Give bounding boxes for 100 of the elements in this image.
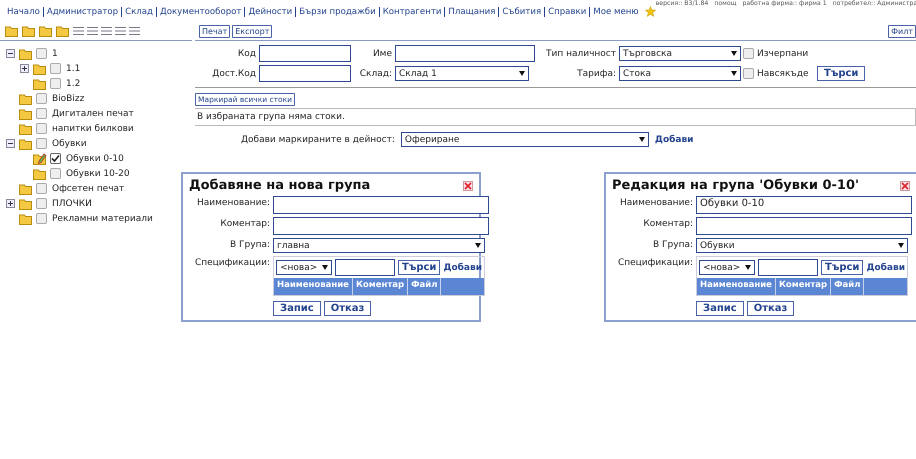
tree-item[interactable]: 1: [52, 48, 58, 58]
tree-checkbox[interactable]: [36, 138, 47, 149]
comment-field[interactable]: [273, 217, 489, 235]
nav-link[interactable]: Начало: [4, 6, 43, 16]
group-select[interactable]: Обувки: [696, 238, 908, 253]
list-icon[interactable]: [115, 26, 126, 36]
tree-item[interactable]: Обувки 10-20: [66, 168, 130, 178]
list-icon[interactable]: [87, 26, 98, 36]
nav-link[interactable]: Дейности: [244, 6, 296, 16]
column-header: Файл: [831, 278, 864, 295]
close-icon[interactable]: [463, 180, 473, 190]
list-icon[interactable]: [129, 26, 140, 36]
code-field[interactable]: [259, 45, 351, 62]
toolbar-button[interactable]: Експорт: [232, 24, 272, 38]
nav-link[interactable]: Документооборот: [156, 6, 244, 16]
warehouse-select[interactable]: Склад 1: [395, 66, 529, 81]
expand-toggle-icon[interactable]: [20, 64, 29, 73]
name-field[interactable]: Обувки 0-10: [696, 196, 912, 214]
add-link[interactable]: Добави: [866, 262, 905, 272]
tree-checkbox[interactable]: [36, 93, 47, 104]
tree-item[interactable]: Рекламни материали: [52, 214, 153, 224]
tree-item[interactable]: 1.2: [66, 78, 80, 88]
spec-select[interactable]: <нова>: [276, 260, 332, 275]
dialog-title: Редакция на група 'Обувки 0-10': [612, 178, 859, 193]
nav-link[interactable]: Плащания: [444, 6, 498, 16]
list-icon[interactable]: [101, 26, 112, 36]
tree-checkbox[interactable]: [50, 153, 61, 164]
field-label: Спецификации:: [616, 257, 694, 268]
tree-checkbox[interactable]: [36, 213, 47, 224]
field-label: В Група:: [652, 239, 694, 250]
nav-link[interactable]: Контрагенти: [378, 6, 444, 16]
dialog-title: Добавяне на нова група: [189, 178, 370, 193]
filter-button[interactable]: Филт: [888, 24, 916, 38]
folder-icon[interactable]: [5, 25, 19, 37]
tariff-select[interactable]: Стока: [619, 66, 741, 81]
dialog-button[interactable]: Запис: [273, 301, 321, 316]
tree-item[interactable]: Обувки 0-10: [66, 154, 124, 164]
group-select[interactable]: главна: [273, 238, 485, 253]
folder-icon[interactable]: [22, 25, 36, 37]
activity-select[interactable]: Офериране: [400, 132, 649, 147]
tree-item[interactable]: Обувки: [52, 138, 87, 148]
empty-message: В избраната група няма стоки.: [195, 108, 916, 126]
supplier-code-field[interactable]: [259, 65, 351, 82]
search-button[interactable]: Търси: [821, 260, 864, 275]
name-field[interactable]: [395, 45, 535, 62]
field-label: Наименование:: [619, 197, 694, 208]
spec-select[interactable]: <нова>: [699, 260, 755, 275]
tree-checkbox[interactable]: [36, 198, 47, 209]
search-button[interactable]: Търси: [398, 260, 440, 275]
column-header: Коментар: [352, 278, 408, 295]
tree-checkbox[interactable]: [36, 48, 47, 59]
star-icon[interactable]: [644, 6, 656, 17]
column-header: Файл: [408, 278, 442, 295]
tree-item[interactable]: напитки билкови: [52, 124, 134, 134]
everywhere-checkbox[interactable]: [743, 68, 754, 79]
column-header: Наименование: [697, 278, 776, 295]
field-label: Спецификации:: [194, 257, 271, 268]
tree-checkbox[interactable]: [50, 63, 61, 74]
stock-type-select[interactable]: Търговска: [619, 46, 741, 61]
nav-link[interactable]: Склад: [121, 6, 156, 16]
caret-icon: [731, 71, 737, 76]
toolbar-button[interactable]: Печат: [199, 24, 230, 38]
spec-search-field[interactable]: [758, 259, 818, 276]
field-label: Склад:: [358, 68, 393, 78]
folder-icon[interactable]: [56, 25, 70, 37]
expand-toggle-icon[interactable]: [6, 199, 15, 208]
tree-item[interactable]: BioBizz: [52, 94, 84, 104]
caret-icon: [638, 137, 645, 142]
caret-icon: [519, 71, 525, 76]
dialog-button[interactable]: Запис: [696, 301, 744, 316]
search-button[interactable]: Търси: [817, 66, 866, 81]
add-link[interactable]: Добави: [443, 262, 482, 272]
exhausted-checkbox[interactable]: [743, 48, 754, 59]
comment-field[interactable]: [696, 217, 912, 235]
dialog-button[interactable]: Отказ: [324, 301, 372, 316]
folder-icon[interactable]: [39, 25, 53, 37]
list-icon[interactable]: [73, 26, 84, 36]
tree-checkbox[interactable]: [50, 78, 61, 89]
caret-icon: [475, 243, 481, 248]
add-link[interactable]: Добави: [654, 134, 694, 144]
tree-checkbox[interactable]: [36, 123, 47, 134]
tree-checkbox[interactable]: [36, 108, 47, 119]
name-field[interactable]: [273, 196, 489, 214]
nav-link[interactable]: Мое меню: [589, 6, 642, 16]
nav-link[interactable]: Справки: [544, 6, 590, 16]
dialog-button[interactable]: Отказ: [746, 301, 794, 316]
tree-item[interactable]: ПЛОЧКИ: [52, 198, 92, 208]
expand-toggle-icon[interactable]: [6, 49, 15, 58]
tree-item[interactable]: Офсетен печат: [52, 184, 124, 194]
nav-link[interactable]: Администратор: [42, 6, 122, 16]
tree-checkbox[interactable]: [50, 168, 61, 179]
nav-link[interactable]: Събития: [498, 6, 544, 16]
nav-link[interactable]: Бързи продажби: [295, 6, 379, 16]
tree-checkbox[interactable]: [36, 183, 47, 194]
tree-item[interactable]: Дигитален печат: [52, 108, 134, 118]
tree-item[interactable]: 1.1: [66, 64, 80, 74]
spec-search-field[interactable]: [335, 259, 395, 276]
expand-toggle-icon[interactable]: [6, 139, 15, 148]
caret-icon: [731, 51, 737, 56]
close-icon[interactable]: [900, 180, 910, 190]
